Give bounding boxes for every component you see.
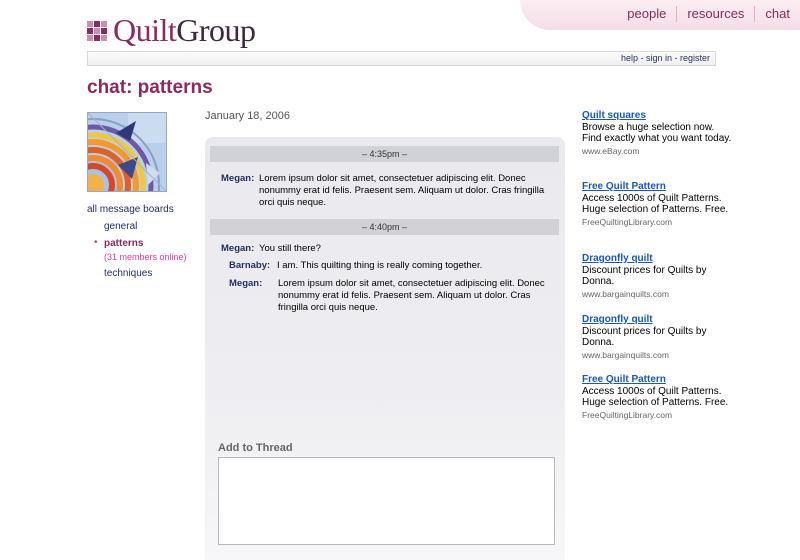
board-link-general[interactable]: general	[104, 221, 137, 232]
nav-chat[interactable]: chat	[754, 6, 800, 22]
board-link-patterns[interactable]: patterns	[104, 238, 143, 249]
ad-description: Discount prices for Quilts by Donna.	[582, 326, 707, 348]
chat-thread-panel: – 4:35pm – Megan: Lorem ipsum dolor sit …	[205, 137, 565, 560]
board-items: general patterns (31 members online) tech…	[87, 221, 187, 279]
ad-title-link[interactable]: Dragonfly quilt	[582, 253, 732, 265]
utility-bar: help - sign in - register	[87, 51, 716, 66]
chat-message: Megan: Lorem ipsum dolor sit amet, conse…	[221, 173, 559, 209]
time-divider: – 4:35pm –	[210, 146, 559, 162]
quilt-grid-icon	[87, 20, 107, 41]
ad-title-link[interactable]: Free Quilt Pattern	[582, 181, 732, 193]
message-text: Lorem ipsum dolor sit amet, consectetuer…	[278, 278, 545, 313]
top-navigation: people resources chat	[617, 0, 800, 28]
ad-url: www.bargainquilts.com	[582, 289, 669, 299]
ad-url: FreeQuiltingLibrary.com	[582, 410, 673, 420]
page-title: chat: patterns	[87, 77, 213, 98]
ad-title-link[interactable]: Dragonfly quilt	[582, 314, 732, 326]
ad-item: Dragonfly quilt Discount prices for Quil…	[582, 314, 732, 361]
chat-message: Barnaby: I am. This quilting thing is re…	[229, 260, 559, 272]
utility-separator: -	[637, 53, 646, 63]
message-board-list: all message boards general patterns (31 m…	[87, 204, 187, 285]
nav-resources[interactable]: resources	[676, 6, 754, 22]
ad-description: Browse a huge selection now. Find exactl…	[582, 122, 732, 144]
message-author: Megan:	[221, 243, 255, 254]
message-text: I am. This quilting thing is really comi…	[277, 260, 483, 271]
ad-url: www.bargainquilts.com	[582, 350, 669, 360]
all-message-boards-link[interactable]: all message boards	[87, 204, 187, 215]
message-text: Lorem ipsum dolor sit amet, consectetuer…	[259, 173, 545, 208]
sign-in-link[interactable]: sign in	[646, 53, 672, 63]
quilt-board-image	[87, 112, 167, 192]
ad-item: Free Quilt Pattern Access 1000s of Quilt…	[582, 181, 732, 228]
ad-item: Free Quilt Pattern Access 1000s of Quilt…	[582, 374, 732, 421]
utility-separator: -	[671, 53, 680, 63]
board-item-techniques: techniques	[104, 268, 187, 279]
ad-item: Dragonfly quilt Discount prices for Quil…	[582, 253, 732, 300]
message-author: Megan:	[229, 278, 263, 289]
message-author: Megan:	[221, 173, 255, 184]
chat-message: Megan: You still there?	[221, 243, 559, 255]
quilt-pattern-icon	[88, 113, 166, 191]
message-author: Barnaby:	[229, 260, 271, 271]
add-to-thread-label: Add to Thread	[218, 442, 293, 454]
chat-message: Megan: Lorem ipsum dolor sit amet, conse…	[229, 278, 559, 314]
members-online-count: (31 members online)	[104, 252, 187, 262]
ad-title-link[interactable]: Free Quilt Pattern	[582, 374, 732, 386]
quiltgroup-logo[interactable]: QuiltGroup	[87, 12, 256, 49]
logo-wordmark: QuiltGroup	[113, 12, 256, 48]
top-navigation-bar: people resources chat	[520, 0, 800, 30]
board-item-general: general	[104, 221, 187, 232]
thread-date: January 18, 2006	[205, 110, 291, 122]
time-divider: – 4:40pm –	[210, 219, 559, 235]
message-text: You still there?	[259, 243, 321, 254]
register-link[interactable]: register	[680, 53, 710, 63]
ad-description: Access 1000s of Quilt Patterns. Huge sel…	[582, 386, 729, 408]
nav-people[interactable]: people	[617, 6, 676, 22]
help-link[interactable]: help	[621, 53, 638, 63]
board-item-patterns: patterns (31 members online)	[94, 237, 187, 262]
ad-description: Access 1000s of Quilt Patterns. Huge sel…	[582, 193, 729, 215]
ad-item: Quilt squares Browse a huge selection no…	[582, 110, 732, 157]
ad-url: www.eBay.com	[582, 146, 640, 156]
ad-url: FreeQuiltingLibrary.com	[582, 217, 673, 227]
reply-textarea[interactable]	[218, 457, 555, 545]
ad-description: Discount prices for Quilts by Donna.	[582, 265, 707, 287]
board-link-techniques[interactable]: techniques	[104, 268, 152, 279]
utility-links: help - sign in - register	[621, 52, 710, 65]
ad-title-link[interactable]: Quilt squares	[582, 110, 732, 122]
